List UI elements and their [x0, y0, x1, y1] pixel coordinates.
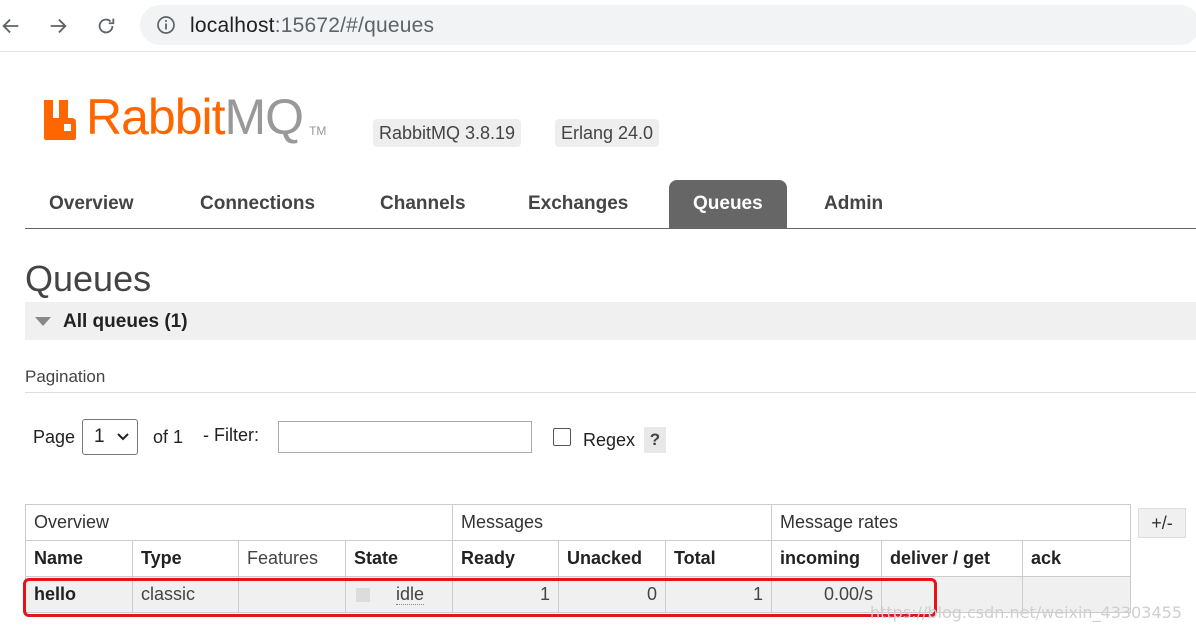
column-toggle-button[interactable]: +/- — [1138, 508, 1186, 538]
watermark: https://blog.csdn.net/weixin_43303455 — [869, 603, 1182, 622]
regex-label: Regex — [583, 430, 636, 450]
column-header-incoming[interactable]: incoming — [771, 540, 882, 577]
column-header-type[interactable]: Type — [132, 540, 239, 577]
filter-input[interactable] — [278, 421, 532, 453]
rabbitmq-logo-icon — [44, 100, 76, 140]
column-header-deliver-get[interactable]: deliver / get — [881, 540, 1023, 577]
tab-exchanges[interactable]: Exchanges — [504, 180, 652, 227]
info-icon[interactable] — [156, 15, 176, 35]
reload-button[interactable] — [89, 9, 123, 43]
back-arrow-icon — [2, 18, 19, 34]
group-header-messages: Messages — [452, 504, 772, 541]
logo-rabbit-text: Rabbit — [86, 89, 226, 145]
tab-queues[interactable]: Queues — [669, 180, 787, 228]
regex-help-button[interactable]: ? — [644, 427, 666, 453]
forward-button[interactable] — [41, 9, 75, 43]
filter-label: - Filter: — [203, 425, 259, 445]
regex-checkbox[interactable] — [553, 428, 571, 446]
erlang-badge: Erlang 24.0 — [555, 119, 660, 147]
collapse-triangle-icon — [35, 317, 51, 326]
group-header-overview: Overview — [25, 504, 453, 541]
version-badge: RabbitMQ 3.8.19 — [373, 119, 522, 147]
chevron-down-icon — [117, 433, 129, 441]
logo-tm-text: TM — [309, 124, 327, 138]
tab-admin[interactable]: Admin — [800, 180, 907, 227]
all-queues-section-toggle[interactable]: All queues (1) — [25, 302, 1196, 340]
tab-connections[interactable]: Connections — [176, 180, 339, 227]
divider — [25, 392, 1196, 393]
column-header-features: Features — [238, 540, 346, 577]
back-button[interactable] — [0, 9, 28, 43]
browser-toolbar: localhost:15672/#/queues — [0, 0, 1196, 52]
forward-arrow-icon — [50, 18, 67, 34]
rabbitmq-logo[interactable]: Rabbit MQ TM — [42, 92, 326, 142]
ready-count: 1 — [452, 576, 559, 613]
page-select-value: 1 — [94, 426, 105, 447]
main-tabs: Overview Connections Channels Exchanges … — [25, 180, 1196, 229]
column-header-name[interactable]: Name — [25, 540, 133, 577]
column-header-state[interactable]: State — [345, 540, 453, 577]
column-header-total[interactable]: Total — [665, 540, 772, 577]
queue-state: idle — [345, 576, 453, 613]
incoming-rate: 0.00/s — [771, 576, 882, 613]
page-title: Queues — [25, 258, 152, 299]
page-select[interactable]: 1 — [82, 419, 138, 455]
logo-mq-text: MQ — [224, 89, 305, 145]
state-indicator-icon — [356, 588, 370, 603]
page-count-label: of 1 — [153, 427, 184, 447]
queues-table: Overview Messages Message rates Name Typ… — [25, 504, 1131, 613]
column-header-unacked[interactable]: Unacked — [558, 540, 666, 577]
total-count: 1 — [665, 576, 772, 613]
pagination-label: Pagination — [25, 367, 106, 386]
unacked-count: 0 — [558, 576, 666, 613]
url-path: :15672/#/queues — [274, 14, 435, 37]
group-header-message-rates: Message rates — [771, 504, 1131, 541]
tab-overview[interactable]: Overview — [25, 180, 158, 227]
reload-icon — [98, 18, 115, 34]
queue-type: classic — [132, 576, 239, 613]
url-text[interactable]: localhost:15672/#/queues — [190, 14, 434, 38]
queue-name-link[interactable]: hello — [25, 576, 133, 613]
queue-features — [238, 576, 346, 613]
url-host: localhost — [190, 14, 275, 37]
address-bar[interactable]: localhost:15672/#/queues — [140, 5, 1196, 45]
page-label: Page — [33, 427, 76, 447]
section-title: All queues (1) — [63, 311, 188, 332]
column-header-ack[interactable]: ack — [1022, 540, 1131, 577]
state-text: idle — [396, 584, 425, 605]
pagination-controls: Page 1 of 1 - Filter: Regex ? — [0, 418, 1196, 458]
tab-channels[interactable]: Channels — [356, 180, 490, 227]
column-header-ready[interactable]: Ready — [452, 540, 559, 577]
